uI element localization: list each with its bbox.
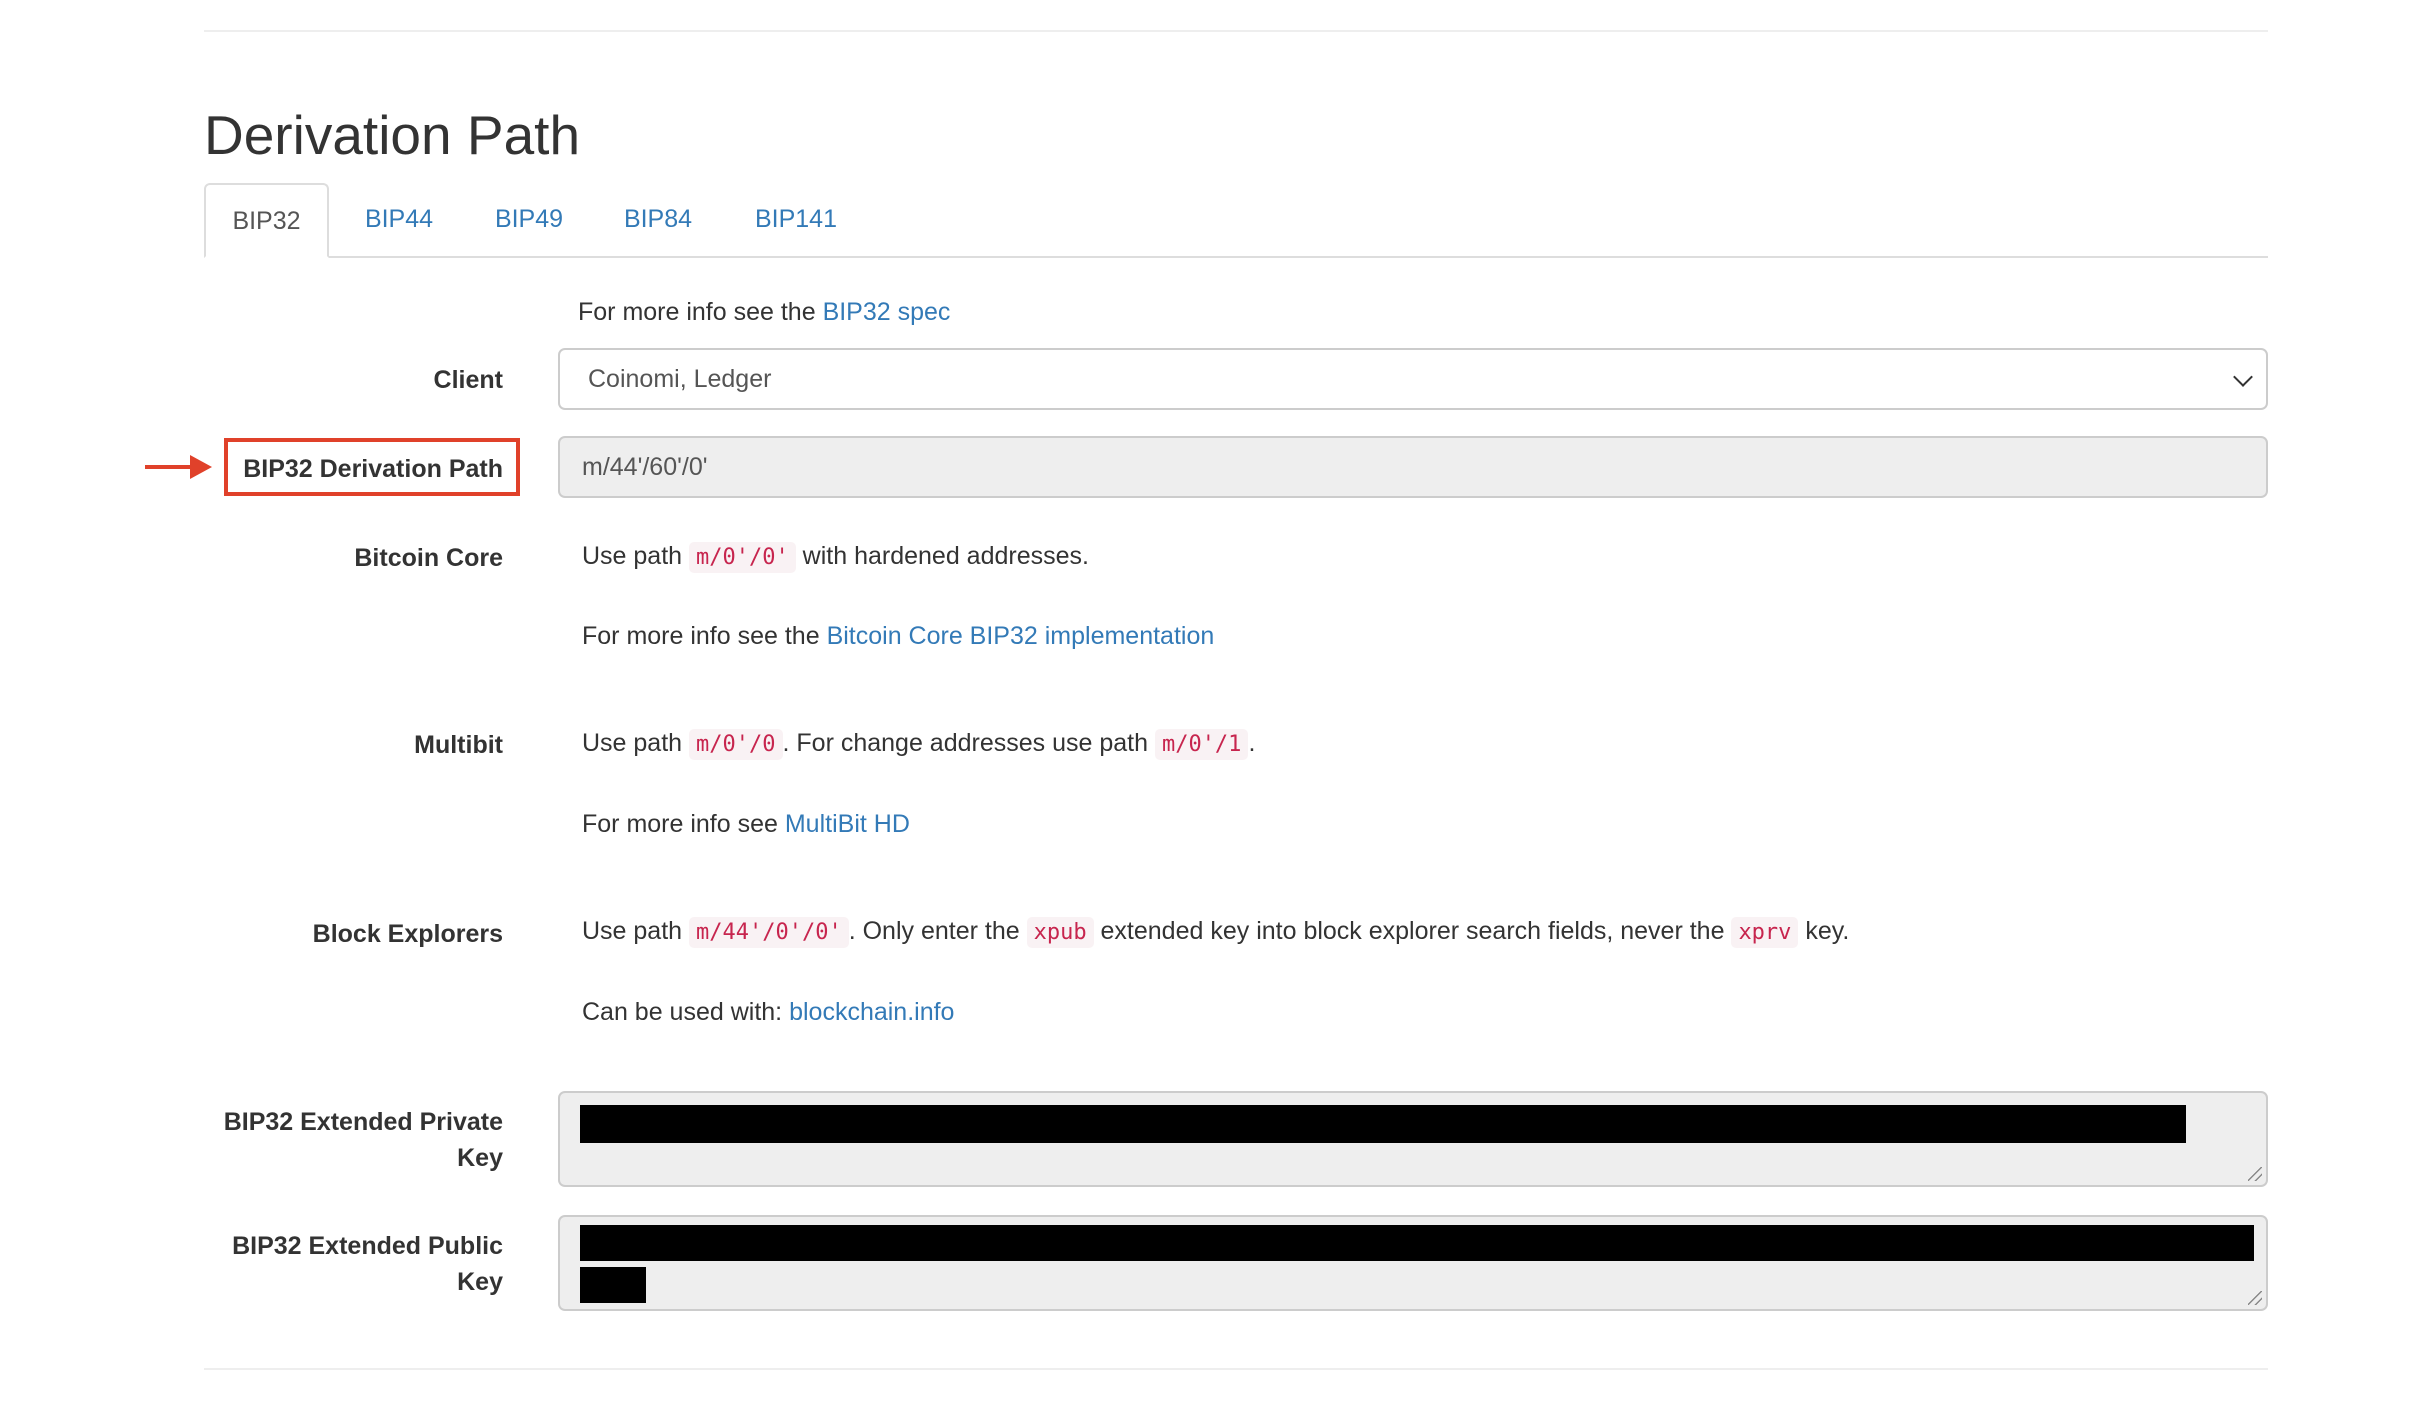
multibit-usage-post: . bbox=[1248, 729, 1256, 757]
bitcoin-core-label: Bitcoin Core bbox=[354, 544, 503, 572]
block-explorers-usage-mid1: . Only enter the bbox=[848, 917, 1027, 945]
redacted-public-key-line2 bbox=[580, 1267, 646, 1303]
block-explorers-usage-pre: Use path bbox=[582, 917, 690, 945]
bitcoin-core-usage-post: with hardened addresses. bbox=[795, 542, 1089, 570]
resize-handle-icon[interactable] bbox=[2248, 1167, 2262, 1181]
ext-private-key-textarea[interactable] bbox=[558, 1091, 2268, 1187]
derivation-path-field[interactable]: m/44'/60'/0' bbox=[558, 436, 2268, 498]
multibit-path-code: m/0'/0 bbox=[689, 729, 783, 760]
annotation-arrow-icon bbox=[145, 465, 195, 469]
multibit-change-path-code: m/0'/1 bbox=[1154, 729, 1249, 760]
multibit-info-pre: For more info see bbox=[582, 810, 785, 838]
xpub-code: xpub bbox=[1026, 917, 1094, 948]
multibit-usage: Use path m/0'/0. For change addresses us… bbox=[582, 725, 1255, 763]
multibit-info: For more info see MultiBit HD bbox=[582, 806, 910, 842]
bitcoin-core-path-code: m/0'/0' bbox=[689, 542, 796, 573]
block-explorers-path-code: m/44'/0'/0' bbox=[689, 917, 849, 948]
block-explorers-usage-mid2: extended key into block explorer search … bbox=[1093, 917, 1732, 945]
redacted-private-key bbox=[580, 1105, 2186, 1143]
client-label: Client bbox=[433, 366, 503, 394]
tab-bip141[interactable]: BIP141 bbox=[728, 183, 864, 256]
block-explorers-info-pre: Can be used with: bbox=[582, 998, 790, 1026]
tab-bip49[interactable]: BIP49 bbox=[469, 183, 589, 256]
bip32-spec-link[interactable]: BIP32 spec bbox=[823, 298, 951, 326]
top-divider bbox=[204, 30, 2268, 32]
ext-public-key-label-line2: Key bbox=[457, 1268, 503, 1296]
block-explorers-usage: Use path m/44'/0'/0'. Only enter the xpu… bbox=[582, 913, 1849, 951]
page-title: Derivation Path bbox=[204, 104, 581, 166]
ext-private-key-label-line2: Key bbox=[457, 1144, 503, 1172]
spec-info-text: For more info see the BIP32 spec bbox=[578, 294, 950, 330]
ext-public-key-label: BIP32 Extended Public Key bbox=[232, 1228, 503, 1300]
bitcoin-core-impl-link[interactable]: Bitcoin Core BIP32 implementation bbox=[827, 622, 1215, 650]
derivation-path-panel: Derivation Path BIP32 BIP44 BIP49 BIP84 … bbox=[0, 0, 2426, 1412]
bottom-divider bbox=[204, 1368, 2268, 1370]
chevron-down-icon bbox=[2233, 367, 2253, 387]
block-explorers-info: Can be used with: blockchain.info bbox=[582, 994, 954, 1030]
annotation-arrow-head-icon bbox=[190, 455, 212, 479]
derivation-tabs: BIP32 BIP44 BIP49 BIP84 BIP141 bbox=[204, 183, 2268, 258]
block-explorers-usage-post: key. bbox=[1798, 917, 1850, 945]
ext-private-key-label-line1: BIP32 Extended Private bbox=[223, 1108, 503, 1136]
blockchain-info-link[interactable]: blockchain.info bbox=[789, 998, 954, 1026]
ext-public-key-textarea[interactable] bbox=[558, 1215, 2268, 1311]
ext-public-key-label-line1: BIP32 Extended Public bbox=[232, 1232, 503, 1260]
bitcoin-core-usage: Use path m/0'/0' with hardened addresses… bbox=[582, 538, 1089, 576]
bitcoin-core-info-pre: For more info see the bbox=[582, 622, 827, 650]
ext-private-key-label: BIP32 Extended Private Key bbox=[224, 1104, 503, 1176]
redacted-public-key-line1 bbox=[580, 1225, 2254, 1261]
client-select-value: Coinomi, Ledger bbox=[588, 365, 772, 393]
bitcoin-core-usage-pre: Use path bbox=[582, 542, 690, 570]
multibit-usage-mid: . For change addresses use path bbox=[782, 729, 1155, 757]
multibit-hd-link[interactable]: MultiBit HD bbox=[785, 810, 910, 838]
bitcoin-core-info: For more info see the Bitcoin Core BIP32… bbox=[582, 618, 1214, 654]
multibit-usage-pre: Use path bbox=[582, 729, 690, 757]
derivation-path-label: BIP32 Derivation Path bbox=[243, 455, 503, 483]
xprv-code: xprv bbox=[1731, 917, 1799, 948]
multibit-label: Multibit bbox=[414, 731, 503, 759]
block-explorers-label: Block Explorers bbox=[312, 920, 503, 948]
tab-bip84[interactable]: BIP84 bbox=[598, 183, 718, 256]
tab-bip32[interactable]: BIP32 bbox=[204, 183, 329, 258]
resize-handle-icon[interactable] bbox=[2248, 1291, 2262, 1305]
tab-bip44[interactable]: BIP44 bbox=[339, 183, 459, 256]
spec-info-prefix: For more info see the bbox=[578, 298, 823, 326]
client-select[interactable]: Coinomi, Ledger bbox=[558, 348, 2268, 410]
